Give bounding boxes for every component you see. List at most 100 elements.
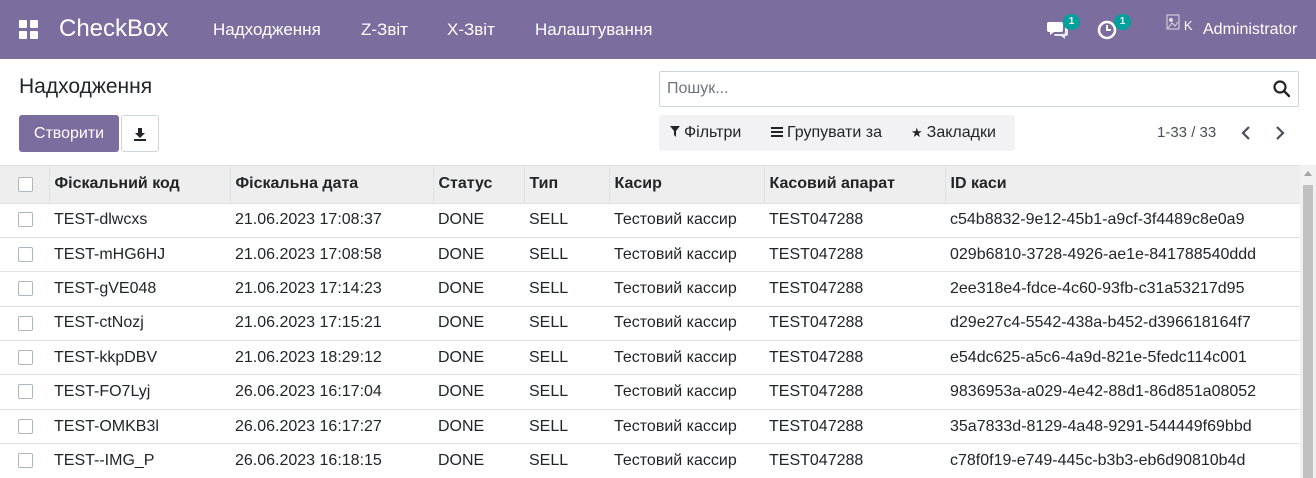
row-select-cell — [0, 306, 49, 342]
cell-fiscal-code: TEST-ctNozj — [49, 306, 230, 342]
cell-cash-id: e54dc625-a5c6-4a9d-821e-5fedc114c001 — [945, 340, 1300, 376]
row-select-cell — [0, 203, 49, 238]
top-navbar: CheckBox Надходження Z-Звіт X-Звіт Налаш… — [0, 0, 1316, 59]
select-all-checkbox[interactable] — [18, 176, 33, 192]
table-row[interactable]: TEST-dlwcxs 21.06.2023 17:08:37 DONE SELL Те… — [0, 203, 1300, 238]
scroll-up-arrow-icon[interactable] — [1304, 171, 1312, 176]
filters-button[interactable]: Фільтри — [670, 124, 741, 142]
cell-type: SELL — [524, 374, 609, 410]
column-header-fiscal-date[interactable]: Фіскальна дата — [230, 166, 434, 204]
row-select-cell — [0, 340, 49, 376]
table-row[interactable]: TEST-ctNozj 21.06.2023 17:15:21 DONE SELL Те… — [0, 306, 1300, 342]
cell-fiscal-date: 21.06.2023 17:08:58 — [230, 237, 433, 273]
cell-fiscal-code: TEST-FO7Lyj — [49, 374, 230, 410]
messages-button[interactable]: 1 — [1046, 14, 1080, 42]
pager-value[interactable]: 1-33 / 33 — [1157, 124, 1216, 141]
brand-name[interactable]: CheckBox — [59, 15, 168, 43]
row-checkbox[interactable] — [18, 384, 33, 400]
cell-status: DONE — [433, 443, 524, 478]
row-checkbox[interactable] — [18, 281, 33, 297]
table-row[interactable]: TEST-FO7Lyj 26.06.2023 16:17:04 DONE SELL Те… — [0, 374, 1300, 410]
user-avatar[interactable]: K — [1166, 14, 1196, 44]
scrollbar-thumb[interactable] — [1303, 185, 1313, 478]
chevron-right-icon — [1276, 126, 1285, 140]
row-checkbox[interactable] — [18, 212, 33, 228]
cell-cash-register: TEST047288 — [764, 409, 945, 445]
column-header-cash-id[interactable]: ID каси — [945, 166, 1300, 204]
menu-item-z-report[interactable]: Z-Звіт — [361, 20, 408, 40]
cell-type: SELL — [524, 443, 609, 478]
cell-cashier: Тестовий кассир — [609, 340, 764, 376]
row-select-cell — [0, 237, 49, 273]
row-checkbox[interactable] — [18, 246, 33, 262]
filters-label: Фільтри — [684, 124, 742, 141]
row-checkbox[interactable] — [18, 350, 33, 366]
cell-status: DONE — [433, 374, 524, 410]
activity-count-badge: 1 — [1114, 14, 1131, 30]
table-row[interactable]: TEST-OMKB3l 26.06.2023 16:17:27 DONE SELL Те… — [0, 409, 1300, 445]
search-icon[interactable] — [1272, 79, 1292, 99]
cell-cash-id: d29e27c4-5542-438a-b452-d396618164f7 — [945, 306, 1300, 342]
cell-status: DONE — [433, 271, 524, 307]
cell-type: SELL — [524, 340, 609, 376]
row-select-cell — [0, 443, 49, 478]
vertical-scrollbar[interactable] — [1300, 165, 1316, 478]
cell-fiscal-code: TEST-kkpDBV — [49, 340, 230, 376]
cell-cash-register: TEST047288 — [764, 271, 945, 307]
cell-type: SELL — [524, 271, 609, 307]
pager-previous-button[interactable] — [1234, 120, 1258, 146]
apps-menu-icon[interactable] — [19, 20, 38, 39]
pager-next-button[interactable] — [1268, 120, 1292, 146]
search-bar — [659, 71, 1299, 107]
cell-cash-register: TEST047288 — [764, 237, 945, 273]
cell-type: SELL — [524, 203, 609, 238]
search-input[interactable] — [660, 72, 1260, 106]
export-button[interactable] — [121, 115, 159, 152]
row-checkbox[interactable] — [18, 315, 33, 331]
cell-fiscal-date: 26.06.2023 16:17:27 — [230, 409, 433, 445]
group-by-button[interactable]: Групувати за — [771, 124, 882, 142]
cell-cashier: Тестовий кассир — [609, 306, 764, 342]
menu-item-x-report[interactable]: X-Звіт — [447, 20, 495, 40]
column-header-type[interactable]: Тип — [524, 166, 610, 204]
avatar-alt-text: K — [1183, 18, 1193, 33]
column-header-status[interactable]: Статус — [433, 166, 525, 204]
cell-fiscal-date: 26.06.2023 16:17:04 — [230, 374, 433, 410]
cell-fiscal-date: 21.06.2023 17:15:21 — [230, 306, 433, 342]
create-button[interactable]: Створити — [19, 115, 119, 152]
row-checkbox[interactable] — [18, 453, 33, 469]
activity-button[interactable]: 1 — [1097, 14, 1131, 42]
table-row[interactable]: TEST-gVE048 21.06.2023 17:14:23 DONE SELL Те… — [0, 271, 1300, 307]
cell-status: DONE — [433, 203, 524, 238]
cell-status: DONE — [433, 340, 524, 376]
cell-type: SELL — [524, 306, 609, 342]
cell-cash-register: TEST047288 — [764, 374, 945, 410]
menu-item-settings[interactable]: Налаштування — [535, 20, 653, 40]
receipts-table: Фіскальний код Фіскальна дата Статус Тип… — [0, 166, 1300, 478]
favorites-button[interactable]: ★ Закладки — [911, 124, 996, 142]
cell-cashier: Тестовий кассир — [609, 443, 764, 478]
cell-fiscal-code: TEST--IMG_P — [49, 443, 230, 478]
cell-cashier: Тестовий кассир — [609, 203, 764, 238]
table-row[interactable]: TEST-mHG6HJ 21.06.2023 17:08:58 DONE SELL Те… — [0, 237, 1300, 273]
row-select-cell — [0, 409, 49, 445]
row-checkbox[interactable] — [18, 418, 33, 434]
cell-fiscal-code: TEST-dlwcxs — [49, 203, 230, 238]
chevron-left-icon — [1241, 126, 1250, 140]
user-menu[interactable]: Administrator — [1203, 21, 1297, 39]
table-row[interactable]: TEST--IMG_P 26.06.2023 16:18:15 DONE SELL Те… — [0, 443, 1300, 478]
cell-cashier: Тестовий кассир — [609, 271, 764, 307]
cell-cash-id: 029b6810-3728-4926-ae1e-841788540ddd — [945, 237, 1300, 273]
cell-status: DONE — [433, 306, 524, 342]
cell-cash-id: 2ee318e4-fdce-4c60-93fb-c31a53217d95 — [945, 271, 1300, 307]
column-header-cash-register[interactable]: Касовий апарат — [764, 166, 946, 204]
cell-fiscal-date: 21.06.2023 18:29:12 — [230, 340, 433, 376]
group-by-label: Групувати за — [787, 124, 882, 141]
column-header-fiscal-code[interactable]: Фіскальний код — [49, 166, 231, 204]
select-all-cell — [0, 166, 50, 204]
menu-item-receipts[interactable]: Надходження — [213, 20, 321, 40]
cell-cash-id: 9836953a-a029-4e42-88d1-86d851a08052 — [945, 374, 1300, 410]
column-header-cashier[interactable]: Касир — [609, 166, 765, 204]
row-select-cell — [0, 374, 49, 410]
table-row[interactable]: TEST-kkpDBV 21.06.2023 18:29:12 DONE SELL Те… — [0, 340, 1300, 376]
